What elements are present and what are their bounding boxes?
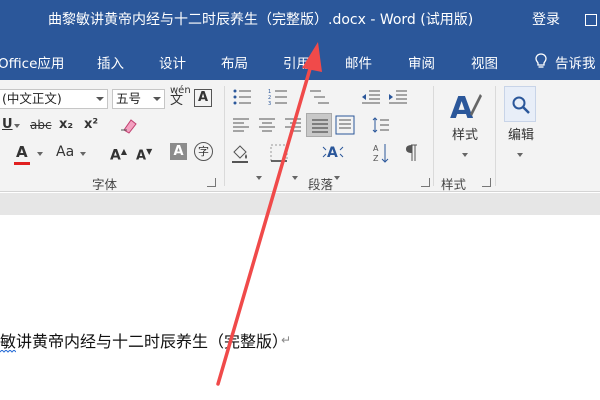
change-case-button[interactable]: Aa <box>56 144 74 160</box>
document-page[interactable]: 敏讲黄帝内经与十二时辰养生（完整版） ↵ <box>0 215 600 400</box>
document-heading-text[interactable]: 敏讲黄帝内经与十二时辰养生（完整版） <box>0 328 288 352</box>
multilevel-list-icon[interactable] <box>309 88 331 106</box>
font-group-label: 字体 <box>92 177 118 192</box>
bullets-icon[interactable] <box>232 88 252 106</box>
title-bar: 曲黎敏讲黄帝内经与十二时辰养生（完整版）.docx - Word (试用版) 登… <box>0 0 600 40</box>
character-border-button[interactable]: A <box>194 89 212 107</box>
tab-design[interactable]: 设计 <box>159 52 186 72</box>
font-color-bar <box>14 162 30 165</box>
ribbon-tabs: Office应用 插入 设计 布局 引用 邮件 审阅 视图 告诉我 <box>0 40 600 80</box>
font-name-value: (中文正文) <box>2 91 62 106</box>
ribbon-display-options-icon[interactable] <box>585 14 597 26</box>
font-name-combo[interactable]: (中文正文) <box>0 89 108 109</box>
login-link[interactable]: 登录 <box>532 9 560 29</box>
dialog-launcher-icon[interactable] <box>207 178 216 187</box>
dialog-launcher-icon[interactable] <box>421 178 430 187</box>
borders-icon[interactable] <box>270 144 288 162</box>
subscript-button[interactable]: x₂ <box>59 117 73 133</box>
distributed-icon[interactable] <box>335 115 355 135</box>
phonetic-guide-button[interactable]: wén 文 <box>170 86 191 108</box>
tab-references[interactable]: 引用 <box>283 52 310 72</box>
tab-office-apps[interactable]: Office应用 <box>0 52 64 72</box>
superscript-button[interactable]: x² <box>84 117 98 133</box>
numbering-icon[interactable]: 1 2 3 <box>268 88 288 106</box>
chevron-down-icon[interactable] <box>292 176 298 180</box>
svg-text:A: A <box>327 145 338 161</box>
chevron-down-icon[interactable] <box>256 176 262 180</box>
tab-mailings[interactable]: 邮件 <box>345 52 372 72</box>
decrease-indent-icon[interactable] <box>361 88 381 106</box>
font-size-value: 五号 <box>116 91 142 106</box>
justify-icon <box>312 119 328 133</box>
dialog-launcher-icon[interactable] <box>482 178 491 187</box>
editing-button-label[interactable]: 编辑 <box>508 128 534 144</box>
ribbon-home: (中文正文) 五号 wén 文 A U abc x₂ x² A Aa A▲ A▼… <box>0 80 600 236</box>
align-left-icon[interactable] <box>232 117 250 133</box>
document-canvas-margin <box>0 193 600 215</box>
svg-text:A: A <box>450 91 474 124</box>
group-divider <box>495 86 496 186</box>
paragraph-mark: ↵ <box>281 333 292 347</box>
tab-view[interactable]: 视图 <box>471 52 498 72</box>
shading-icon[interactable] <box>230 142 252 164</box>
chevron-down-icon[interactable] <box>37 152 43 156</box>
shrink-font-glyph: A <box>136 148 147 164</box>
svg-text:A: A <box>373 144 379 153</box>
align-center-icon[interactable] <box>258 117 276 133</box>
tab-tell-me[interactable]: 告诉我 <box>555 52 596 72</box>
svg-text:Z: Z <box>373 154 379 163</box>
line-spacing-icon[interactable] <box>372 116 390 134</box>
phonetic-guide-char: 文 <box>170 93 184 108</box>
chevron-down-icon[interactable] <box>517 153 523 157</box>
clear-formatting-icon[interactable] <box>118 116 138 134</box>
font-color-button[interactable]: A <box>16 144 28 160</box>
underline-button[interactable]: U <box>2 117 13 133</box>
increase-indent-icon[interactable] <box>388 88 408 106</box>
font-size-combo[interactable]: 五号 <box>112 89 165 109</box>
tab-review[interactable]: 审阅 <box>408 52 435 72</box>
magnifier-icon <box>512 96 530 114</box>
find-button[interactable] <box>504 86 536 122</box>
svg-text:3: 3 <box>268 101 271 106</box>
grow-font-button[interactable]: A▲ <box>110 144 127 164</box>
chevron-down-icon[interactable] <box>462 153 468 157</box>
paragraph-group-label: 段落 <box>308 177 334 192</box>
shrink-font-button[interactable]: A▼ <box>136 144 152 164</box>
justify-button[interactable] <box>306 113 332 137</box>
lightbulb-icon[interactable] <box>532 52 550 70</box>
group-divider <box>433 86 434 186</box>
chevron-down-icon <box>153 97 161 101</box>
show-paragraph-marks-icon[interactable] <box>405 143 419 163</box>
character-shading-button[interactable]: A <box>170 143 187 160</box>
window-title: 曲黎敏讲黄帝内经与十二时辰养生（完整版）.docx - Word (试用版) <box>48 12 474 28</box>
chevron-down-icon[interactable] <box>14 124 20 128</box>
styles-button-label[interactable]: 样式 <box>452 128 478 144</box>
group-divider <box>224 86 225 186</box>
chevron-down-icon[interactable] <box>80 152 86 156</box>
chevron-down-icon <box>96 97 104 101</box>
styles-icon[interactable]: A <box>448 88 482 124</box>
styles-group-label: 样式 <box>441 177 467 192</box>
tab-layout[interactable]: 布局 <box>221 52 248 72</box>
chevron-down-icon[interactable] <box>334 176 340 180</box>
align-right-icon[interactable] <box>284 117 302 133</box>
tab-insert[interactable]: 插入 <box>97 52 124 72</box>
sort-icon[interactable]: A Z <box>372 142 390 164</box>
spelling-squiggle <box>0 350 16 353</box>
chinese-layout-icon[interactable]: A <box>322 143 344 161</box>
strikethrough-button[interactable]: abc <box>30 117 52 133</box>
enclose-characters-button[interactable]: 字 <box>194 142 213 161</box>
grow-font-glyph: A <box>110 147 121 164</box>
